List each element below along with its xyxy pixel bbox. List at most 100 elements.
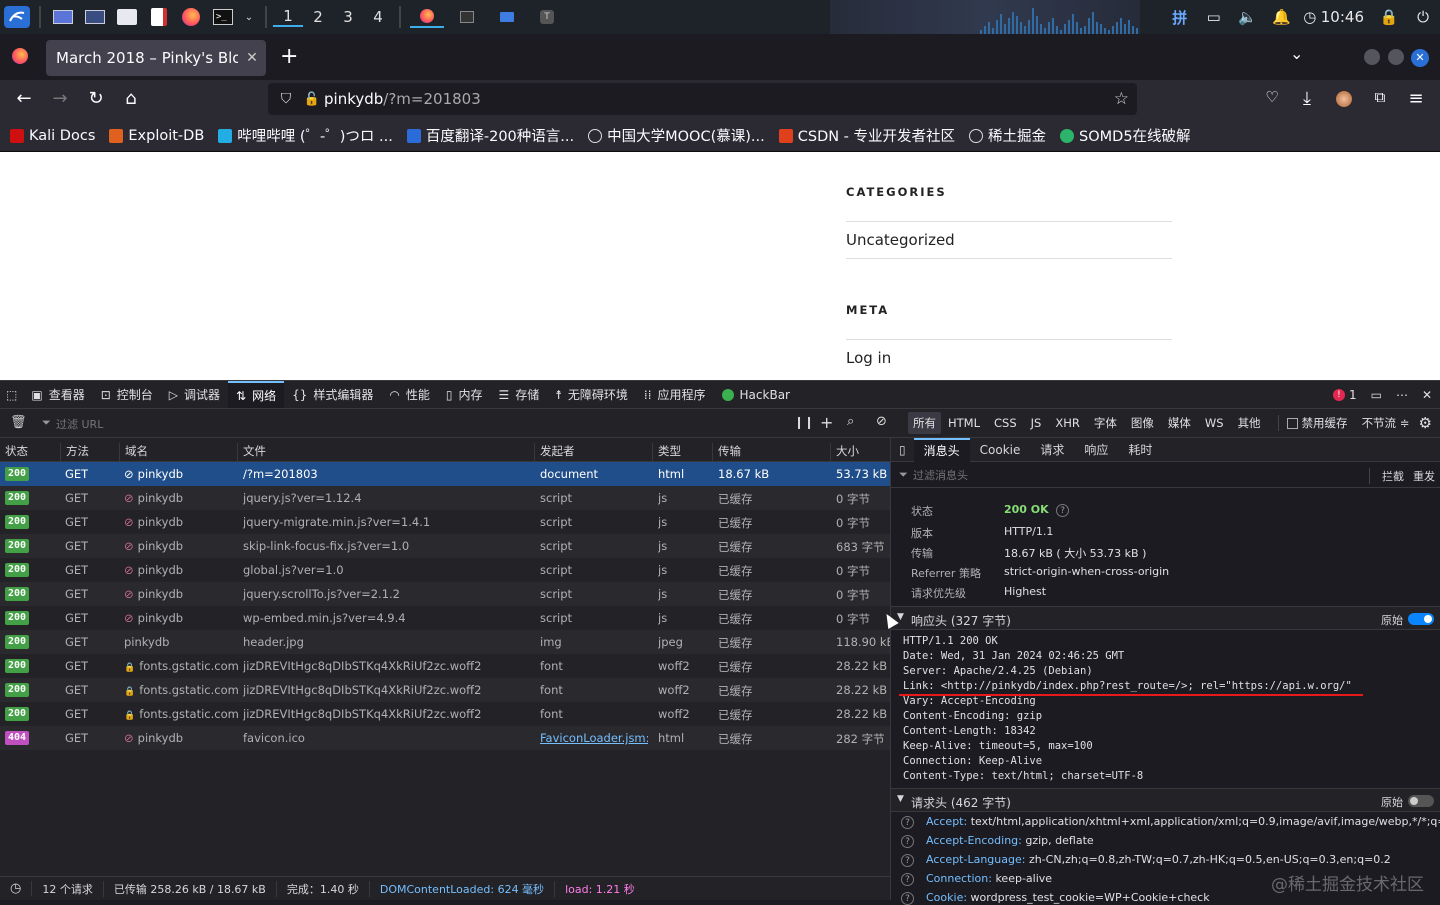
toggle-sidebar-icon[interactable]: ▯ xyxy=(891,443,914,457)
table-row[interactable]: 200 GET ⊘ pinkydb /?m=201803 document html 18.6… xyxy=(0,462,890,486)
column-type[interactable]: 类型 xyxy=(652,443,681,462)
minimize-window-icon[interactable] xyxy=(1364,49,1380,65)
bookmark-mooc[interactable]: 中国大学MOOC(慕课)... xyxy=(588,125,765,146)
column-domain[interactable]: 域名 xyxy=(119,443,148,462)
reload-icon[interactable]: ↻ xyxy=(84,88,108,109)
terminal-window-icon[interactable] xyxy=(450,6,484,28)
tab-application[interactable]: ⁞⁞ 应用程序 xyxy=(636,381,714,409)
request-headers-section[interactable]: ▼ 请求头 (462 字节) 原始 xyxy=(891,788,1440,812)
terminal-launcher-icon[interactable]: >_ xyxy=(210,6,236,28)
settings-gear-icon[interactable]: ⚙ xyxy=(1419,414,1432,432)
tab-response[interactable]: 响应 xyxy=(1074,438,1118,462)
filter-css[interactable]: CSS xyxy=(987,416,1024,430)
workspace-2[interactable]: 2 xyxy=(303,8,333,26)
help-icon[interactable]: ? xyxy=(1056,504,1070,517)
lock-insecure-icon[interactable]: 🔓 xyxy=(300,92,324,107)
workspace-1[interactable]: 1 xyxy=(273,7,303,27)
filter-headers-input[interactable] xyxy=(913,467,1213,483)
volume-icon[interactable]: 🔈 xyxy=(1231,8,1265,26)
table-row[interactable]: 200 GET ⊘ pinkydb jquery.js?ver=1.12.4 script… xyxy=(0,486,890,510)
home-icon[interactable]: ⌂ xyxy=(119,88,143,109)
downloads-icon[interactable]: ⤓ xyxy=(1295,88,1319,109)
tab-style-editor[interactable]: {} 样式编辑器 xyxy=(284,381,381,409)
power-icon[interactable]: ⏻ xyxy=(1406,8,1440,26)
block-icon[interactable]: ⊘ xyxy=(876,414,887,429)
table-row[interactable]: 200 GET pinkydb header.jpg img jpeg 已缓存 118.90 … xyxy=(0,630,894,654)
performance-analysis-icon[interactable]: ◷ xyxy=(0,881,33,896)
block-button[interactable]: 拦截 xyxy=(1369,468,1404,484)
tab-storage[interactable]: ☰ 存储 xyxy=(491,381,548,409)
file-manager-icon[interactable] xyxy=(114,6,140,28)
table-row[interactable]: 200 GET ⊘ pinkydb jquery.scrollTo.js?ver=2.1… xyxy=(0,582,890,606)
bookmark-juejin[interactable]: 稀土掘金 xyxy=(969,125,1046,146)
account-avatar[interactable] xyxy=(1336,91,1352,107)
table-row[interactable]: 200 GET ⊘ pinkydb global.js?ver=1.0 script js 已… xyxy=(0,558,890,582)
table-row[interactable]: 200 GET ⊘ pinkydb skip-link-focus-fix.js?ver… xyxy=(0,534,890,558)
folder-window-icon[interactable] xyxy=(490,6,524,28)
tab-timings[interactable]: 耗时 xyxy=(1118,438,1162,462)
help-icon[interactable]: ? xyxy=(901,873,914,886)
table-row[interactable]: 200 GET 🔒 fonts.gstatic.com jizDREVItHgc8qDI… xyxy=(0,678,890,702)
add-plus-icon[interactable]: + xyxy=(820,413,833,432)
filter-media[interactable]: 媒体 xyxy=(1161,415,1198,431)
pocket-icon[interactable]: ♡ xyxy=(1260,88,1284,106)
tab-cookies[interactable]: Cookie xyxy=(970,438,1031,462)
raw-toggle-on[interactable] xyxy=(1408,613,1434,625)
extensions-icon[interactable]: ⧉ xyxy=(1368,88,1392,106)
workspace-3[interactable]: 3 xyxy=(333,8,363,26)
error-count-badge[interactable]: ! 1 xyxy=(1332,388,1357,402)
text-editor-icon[interactable] xyxy=(146,6,172,28)
element-picker-icon[interactable]: ⬚ xyxy=(0,381,23,409)
raw-toggle-off[interactable] xyxy=(1408,795,1434,807)
column-initiator[interactable]: 发起者 xyxy=(534,443,575,462)
table-row[interactable]: 200 GET 🔒 fonts.gstatic.com jizDREVItHgc8qDI… xyxy=(0,654,890,678)
filter-fonts[interactable]: 字体 xyxy=(1087,415,1124,431)
help-icon[interactable]: ? xyxy=(901,892,914,905)
browser-tab-active[interactable]: March 2018 – Pinky's Blog ✕ xyxy=(46,40,266,76)
close-devtools-icon[interactable]: ✕ xyxy=(1422,388,1432,402)
filter-js[interactable]: JS xyxy=(1024,416,1049,430)
filter-url-input[interactable] xyxy=(56,415,256,433)
filter-other[interactable]: 其他 xyxy=(1231,415,1268,431)
table-row[interactable]: 200 GET ⊘ pinkydb wp-embed.min.js?ver=4.9.4 s… xyxy=(0,606,890,630)
tab-accessibility[interactable]: ☨ 无障碍环境 xyxy=(547,381,636,409)
log-in-link[interactable]: Log in xyxy=(846,349,891,367)
tab-hackbar[interactable]: HackBar xyxy=(714,381,798,409)
dock-side-icon[interactable]: ▭ xyxy=(1371,388,1382,402)
column-size[interactable]: 大小 xyxy=(830,443,859,462)
help-icon[interactable]: ? xyxy=(901,854,914,867)
close-tab-icon[interactable]: ✕ xyxy=(238,50,266,66)
bookmark-bilibili[interactable]: 哔哩哔哩 (゜-゜)つロ ... xyxy=(218,125,393,146)
column-transferred[interactable]: 传输 xyxy=(712,443,741,462)
column-status[interactable]: 状态 xyxy=(0,443,28,462)
bookmark-somd5[interactable]: SOMD5在线破解 xyxy=(1060,125,1191,146)
input-method-label[interactable]: 拼 xyxy=(1163,7,1197,28)
cell-initiator[interactable]: FaviconLoader.jsm:... xyxy=(540,731,648,745)
show-desktop-icon[interactable] xyxy=(50,6,76,28)
shield-icon[interactable]: ⛉ xyxy=(272,91,300,107)
table-row[interactable]: 404 GET ⊘ pinkydb favicon.ico FaviconLoader.j… xyxy=(0,726,890,750)
notification-bell-icon[interactable]: 🔔 xyxy=(1265,8,1299,26)
lock-icon[interactable]: 🔒 xyxy=(1372,8,1406,26)
more-options-icon[interactable]: ⋯ xyxy=(1396,388,1408,402)
filter-all[interactable]: 所有 xyxy=(908,412,941,434)
tab-inspector[interactable]: ▣ 查看器 xyxy=(23,381,92,409)
bookmark-exploit-db[interactable]: Exploit-DB xyxy=(109,128,204,144)
back-arrow-icon[interactable]: ← xyxy=(12,88,36,109)
column-method[interactable]: 方法 xyxy=(60,443,89,462)
new-tab-icon[interactable]: + xyxy=(280,44,298,69)
firefox-window-icon[interactable] xyxy=(410,6,444,28)
throttle-select[interactable]: 不节流 ≑ xyxy=(1362,415,1410,431)
help-icon[interactable]: ? xyxy=(901,816,914,829)
text-window-icon[interactable]: T xyxy=(530,6,564,28)
help-icon[interactable]: ? xyxy=(901,835,914,848)
bookmark-kali-docs[interactable]: Kali Docs xyxy=(10,128,95,144)
table-row[interactable]: 200 GET ⊘ pinkydb jquery-migrate.min.js?ver=… xyxy=(0,510,890,534)
filter-html[interactable]: HTML xyxy=(941,416,987,430)
bookmark-star-icon[interactable]: ☆ xyxy=(1114,89,1129,109)
kali-menu-icon[interactable] xyxy=(4,6,30,28)
list-all-tabs-icon[interactable]: ⌄ xyxy=(1290,44,1303,63)
clock-time[interactable]: 10:46 xyxy=(1321,8,1364,26)
filter-ws[interactable]: WS xyxy=(1198,416,1231,430)
tab-request[interactable]: 请求 xyxy=(1030,438,1074,462)
